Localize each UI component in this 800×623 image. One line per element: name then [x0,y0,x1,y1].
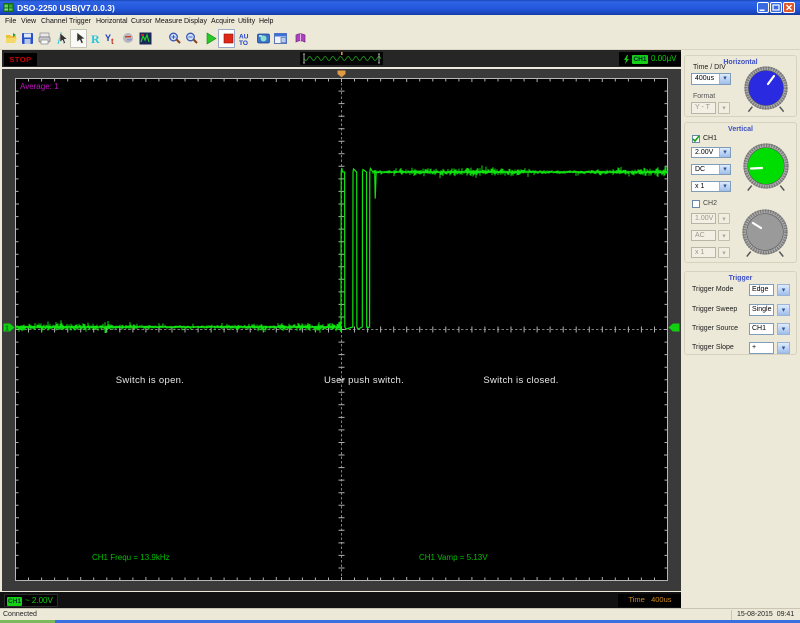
svg-text:User push switch.: User push switch. [324,375,404,386]
svg-text:t: t [111,37,114,45]
svg-text:TO: TO [239,40,248,45]
svg-text:Switch is closed.: Switch is closed. [483,375,558,386]
svg-text:CH1 Frequ = 13.9kHz: CH1 Frequ = 13.9kHz [92,553,170,562]
svg-text:CH1 Vamp = 5.13V: CH1 Vamp = 5.13V [419,553,488,562]
svg-text:1: 1 [5,326,9,333]
svg-text:R: R [91,32,100,45]
svg-text:Average: 1: Average: 1 [20,82,59,91]
svg-text:Switch is open.: Switch is open. [116,375,184,386]
